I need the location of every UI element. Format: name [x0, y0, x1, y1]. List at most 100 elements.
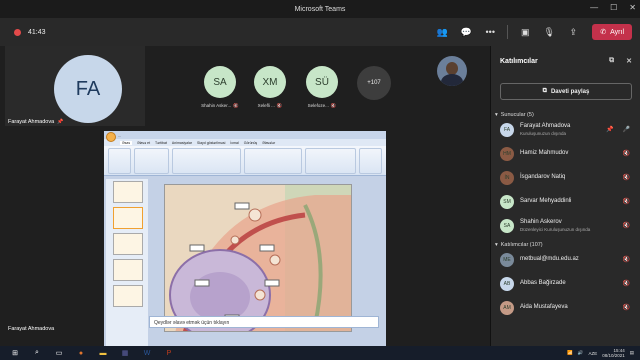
clock[interactable]: 15:44 08/10/2021 — [602, 348, 625, 358]
search-icon[interactable]: ⌕ — [30, 348, 44, 358]
leave-label: Ayrıl — [610, 28, 624, 36]
network-icon[interactable]: 📶 — [567, 350, 573, 356]
word-icon[interactable]: W — [140, 348, 154, 358]
organizers-list: FA Farayat Ahmadova Kuruluşunuzun dışında 📌… — [491, 118, 640, 238]
participant-row[interactable]: AB Abbas Bağirzade 🔇 — [491, 272, 640, 296]
pin-icon: 📌 — [57, 119, 64, 125]
self-video-thumbnail[interactable] — [437, 56, 467, 86]
participant-row[interactable]: HM Hamiz Mahmudov 🔇 — [491, 142, 640, 166]
pin-icon[interactable]: 📌 — [606, 126, 613, 133]
slide-thumbnail[interactable] — [113, 285, 143, 307]
slide-canvas[interactable] — [164, 184, 352, 332]
mic-off-icon: 🔇 — [233, 103, 239, 108]
ppt-tab[interactable]: Əsas — [120, 140, 133, 145]
minimize-icon[interactable]: — — [590, 3, 598, 12]
ppt-tab[interactable]: Slayd göstərilməsi — [197, 141, 225, 145]
invite-label: Daveti paylaş — [550, 88, 590, 95]
participant-name: Shahin Askerov — [520, 219, 562, 226]
notifications-icon[interactable]: ▤ — [630, 350, 634, 356]
participant-tile[interactable]: SÜ Selefoze... 🔇 — [298, 66, 346, 109]
share-invite-button[interactable]: ⧉ Daveti paylaş — [500, 83, 632, 100]
maximize-icon[interactable]: ☐ — [610, 3, 617, 12]
participant-row[interactable]: AM Aida Mustafayeva 🔇 — [491, 296, 640, 320]
language-indicator[interactable]: AZE — [588, 351, 597, 356]
participant-row[interactable]: ME metbual@mdu.edu.az 🔇 — [491, 248, 640, 272]
ribbon-group-clipboard[interactable] — [108, 148, 132, 174]
windows-start-icon[interactable]: ⊞ — [8, 348, 22, 358]
meeting-toolbar: 41:43 👥 💬 ••• ▣ 🎙 ⇪ ✆ Ayrıl — [0, 18, 640, 46]
ppt-tab[interactable]: Animasiyalar — [172, 141, 192, 145]
pop-out-icon[interactable]: ⧉ — [609, 57, 614, 65]
ppt-ribbon-tabs: Əsas Əlavə et Tərtibat Animasiyalar Slay… — [104, 139, 386, 146]
participant-subtitle: Düzenleyici Kuruluşunuzun dışında — [520, 226, 591, 232]
camera-off-icon[interactable]: ▣ — [516, 23, 534, 41]
cell-diagram-image — [165, 185, 351, 331]
ribbon-group-editing[interactable] — [358, 148, 382, 174]
panel-title: Katılımcılar — [500, 57, 538, 65]
slide-thumbnail[interactable] — [113, 259, 143, 281]
avatar: AB — [500, 277, 514, 291]
office-button-icon[interactable] — [106, 132, 116, 142]
teams-icon[interactable]: ▦ — [118, 348, 132, 358]
ribbon-group-paragraph[interactable] — [243, 148, 302, 174]
close-window-icon[interactable]: ✕ — [629, 3, 636, 12]
slide-thumbnail[interactable] — [113, 181, 143, 203]
more-options-icon[interactable]: ••• — [481, 23, 499, 41]
ppt-tab[interactable]: İcmal — [230, 141, 238, 145]
close-panel-icon[interactable]: ✕ — [626, 57, 632, 65]
mic-off-icon[interactable]: 🔇 — [623, 174, 630, 181]
meeting-stage: FA Farayat Ahmadova 📌 SA Shahin Asker...… — [0, 46, 490, 360]
participant-row[interactable]: SA Shahin Askerov Düzenleyici Kuruluşunuzu… — [491, 214, 640, 238]
avatar: AM — [500, 301, 514, 315]
powerpoint-icon[interactable]: P — [162, 348, 176, 358]
mic-off-icon[interactable]: 🔇 — [623, 256, 630, 263]
mic-off-icon[interactable]: 🔇 — [623, 198, 630, 205]
ppt-workspace: Qeydlər əlavə etmək üçün tıklayın — [104, 176, 386, 360]
windows-taskbar: ⊞ ⌕ ▭ ● ▬ ▦ W P 📶 🔊 AZE 15:44 08/10/2021… — [0, 346, 640, 360]
ribbon-group-slides[interactable] — [134, 148, 170, 174]
participant-info: metbual@mdu.edu.az — [520, 256, 579, 264]
participant-name: Shahin Asker... — [201, 103, 232, 108]
mic-off-icon[interactable]: 🔇 — [623, 222, 630, 229]
avatar: HM — [500, 147, 514, 161]
participant-info: İsgandarov Natiq — [520, 174, 565, 182]
participant-tile[interactable]: SA Shahin Asker... 🔇 — [196, 66, 244, 109]
participant-row[interactable]: SM Sarvar Mehyaddinli 🔇 — [491, 190, 640, 214]
slide-notes[interactable]: Qeydlər əlavə etmək üçün tıklayın — [149, 316, 379, 328]
participants-icon[interactable]: 👥 — [433, 23, 451, 41]
participant-row[interactable]: İN İsgandarov Natiq 🔇 — [491, 166, 640, 190]
mic-off-icon[interactable]: 🔇 — [623, 280, 630, 287]
ribbon-group-font[interactable] — [172, 148, 241, 174]
share-screen-icon[interactable]: ⇪ — [564, 23, 582, 41]
ppt-tab[interactable]: Tərtibat — [155, 141, 167, 145]
mic-icon[interactable]: 🎤 — [623, 126, 630, 133]
volume-icon[interactable]: 🔊 — [578, 350, 584, 356]
leave-button[interactable]: ✆ Ayrıl — [592, 24, 632, 40]
task-view-icon[interactable]: ▭ — [52, 348, 66, 358]
participant-actions: 🔇 — [623, 198, 630, 205]
link-icon: ⧉ — [542, 88, 547, 94]
chat-icon[interactable]: 💬 — [457, 23, 475, 41]
participant-tile[interactable]: XM Xelefli ... 🔇 — [246, 66, 294, 109]
mic-off-icon[interactable]: 🔇 — [623, 304, 630, 311]
ppt-title-bar: ... — [104, 131, 386, 142]
ppt-tab[interactable]: Görünüş — [244, 141, 257, 145]
participant-row[interactable]: FA Farayat Ahmadova Kuruluşunuzun dışında 📌… — [491, 118, 640, 142]
system-tray: 📶 🔊 AZE 15:44 08/10/2021 ▤ — [567, 346, 634, 360]
ppt-tab[interactable]: Əlavə et — [137, 141, 150, 145]
folder-icon[interactable]: ▬ — [96, 348, 110, 358]
slide-thumbnail[interactable] — [113, 233, 143, 255]
firefox-icon[interactable]: ● — [74, 348, 88, 358]
avatar: SA — [500, 219, 514, 233]
main-video-tile[interactable]: FA — [5, 46, 145, 126]
mic-off-icon[interactable]: 🎙 — [540, 23, 558, 41]
mic-off-icon[interactable]: 🔇 — [623, 150, 630, 157]
shared-screen[interactable]: ... Əsas Əlavə et Tərtibat Animasiyalar … — [104, 131, 386, 360]
ribbon-group-drawing[interactable] — [304, 148, 356, 174]
avatar: SM — [500, 195, 514, 209]
participant-actions: 🔇 — [623, 150, 630, 157]
main-tile-label: Farayat Ahmadova 📌 — [8, 119, 63, 125]
more-participants-button[interactable]: +107 — [357, 66, 391, 100]
slide-thumbnail[interactable] — [113, 207, 143, 229]
ppt-tab[interactable]: Əlavələr — [262, 141, 275, 145]
